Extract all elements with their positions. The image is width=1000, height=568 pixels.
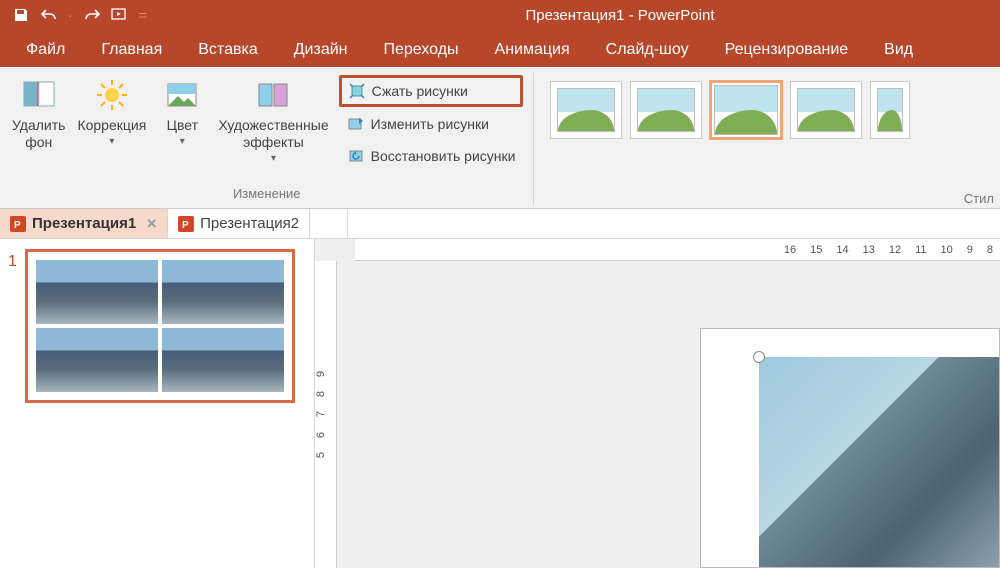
workspace: 1 16 15 14 13 12 11 10 9 8 9 (0, 239, 1000, 568)
group-picture-styles: Стил (534, 73, 1000, 205)
quick-access-toolbar: · = (0, 4, 149, 26)
reset-picture-icon (347, 147, 365, 165)
color-button[interactable]: Цвет ▾ (152, 73, 212, 173)
chevron-down-icon: ▾ (109, 136, 114, 148)
group-adjust: Удалить фон Коррекция ▾ Цвет ▾ (0, 73, 534, 205)
tab-home[interactable]: Главная (83, 33, 180, 67)
save-button[interactable] (10, 4, 32, 26)
color-label: Цвет (167, 117, 198, 134)
change-picture-label: Изменить рисунки (371, 116, 489, 132)
picture-color-icon (164, 77, 200, 113)
artistic-effects-button[interactable]: Художественные эффекты ▾ (212, 73, 334, 173)
compress-icon (348, 82, 366, 100)
style-item-4[interactable] (790, 81, 862, 139)
slide-thumbnails-panel: 1 (0, 239, 315, 568)
slide-canvas-area: 16 15 14 13 12 11 10 9 8 9 8 7 6 5 (315, 239, 1000, 568)
doc-tab-1-label: Презентация1 (32, 215, 136, 232)
start-from-beginning-button[interactable] (109, 4, 131, 26)
tab-file[interactable]: Файл (8, 33, 83, 67)
tab-animations[interactable]: Анимация (477, 33, 588, 67)
corrections-button[interactable]: Коррекция ▾ (71, 73, 152, 173)
remove-background-button[interactable]: Удалить фон (6, 73, 71, 173)
powerpoint-icon: P (10, 216, 26, 232)
style-item-2[interactable] (630, 81, 702, 139)
tab-transitions[interactable]: Переходы (366, 33, 477, 67)
redo-button[interactable] (81, 4, 103, 26)
title-bar: · = Презентация1 - PowerPoint (0, 0, 1000, 30)
change-picture-button[interactable]: Изменить рисунки (339, 109, 524, 139)
vertical-ruler: 9 8 7 6 5 (315, 261, 337, 568)
tab-view[interactable]: Вид (866, 33, 931, 67)
artistic-effects-icon (255, 77, 291, 113)
tab-slideshow[interactable]: Слайд-шоу (588, 33, 707, 67)
doc-tab-empty[interactable] (310, 209, 348, 238)
picture-styles-gallery (540, 73, 994, 147)
doc-tab-2-label: Презентация2 (200, 215, 299, 232)
thumb-image (162, 328, 284, 392)
tab-design[interactable]: Дизайн (276, 33, 366, 67)
powerpoint-icon: P (178, 216, 194, 232)
qat-customize-separator: = (139, 7, 147, 23)
ribbon-tabs: Файл Главная Вставка Дизайн Переходы Ани… (0, 30, 1000, 67)
slide-thumbnail-1[interactable] (25, 249, 295, 403)
thumbnail-row-1: 1 (8, 249, 306, 403)
compress-pictures-button[interactable]: Сжать рисунки (339, 75, 524, 107)
group-adjust-label: Изменение (233, 186, 301, 205)
horizontal-ruler: 16 15 14 13 12 11 10 9 8 (355, 239, 1000, 261)
style-item-3[interactable] (710, 81, 782, 139)
selected-picture[interactable] (759, 357, 999, 567)
thumb-image (36, 328, 158, 392)
corrections-label: Коррекция (77, 117, 146, 134)
thumb-image (36, 260, 158, 324)
style-item-1[interactable] (550, 81, 622, 139)
svg-text:P: P (14, 220, 21, 231)
brightness-icon (94, 77, 130, 113)
tab-review[interactable]: Рецензирование (707, 33, 867, 67)
window-title: Презентация1 - PowerPoint (526, 7, 715, 24)
tab-insert[interactable]: Вставка (180, 33, 275, 67)
reset-picture-label: Восстановить рисунки (371, 148, 516, 164)
ribbon: Удалить фон Коррекция ▾ Цвет ▾ (0, 67, 1000, 209)
selection-handle[interactable] (753, 351, 765, 363)
qat-separator: · (68, 7, 73, 23)
close-icon[interactable]: ✕ (146, 216, 157, 232)
slide-number: 1 (8, 249, 17, 403)
compress-pictures-label: Сжать рисунки (372, 83, 468, 99)
chevron-down-icon: ▾ (271, 153, 276, 165)
artistic-effects-label: Художественные эффекты (218, 117, 328, 151)
style-item-5[interactable] (870, 81, 910, 139)
remove-background-label: Удалить фон (12, 117, 65, 151)
reset-picture-button[interactable]: Восстановить рисунки (339, 141, 524, 171)
document-tabs: P Презентация1 ✕ P Презентация2 (0, 209, 1000, 239)
doc-tab-1[interactable]: P Презентация1 ✕ (0, 209, 168, 238)
chevron-down-icon: ▾ (180, 136, 185, 148)
undo-button[interactable] (38, 4, 60, 26)
group-styles-label: Стил (964, 191, 994, 206)
slide-canvas[interactable] (700, 328, 1000, 568)
thumb-image (162, 260, 284, 324)
svg-text:P: P (182, 220, 189, 231)
doc-tab-2[interactable]: P Презентация2 (168, 209, 310, 238)
change-picture-icon (347, 115, 365, 133)
remove-background-icon (21, 77, 57, 113)
